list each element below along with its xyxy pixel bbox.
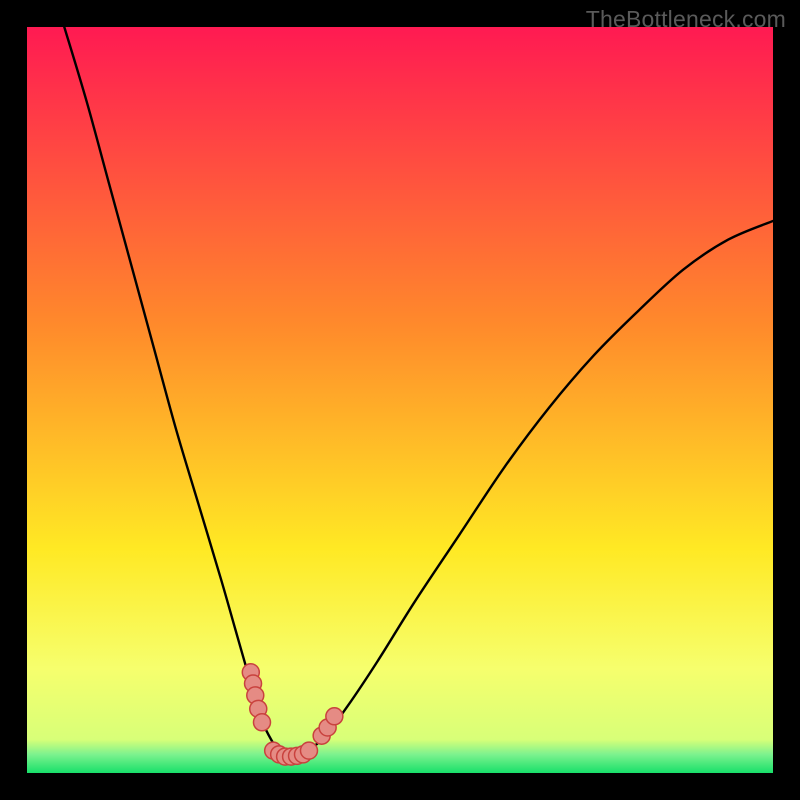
gradient-background: [27, 27, 773, 773]
chart-svg: [27, 27, 773, 773]
marker-point: [300, 742, 317, 759]
chart-frame: TheBottleneck.com: [0, 0, 800, 800]
chart-plot-area: [27, 27, 773, 773]
watermark-text: TheBottleneck.com: [586, 6, 786, 33]
marker-point: [253, 714, 270, 731]
marker-point: [326, 708, 343, 725]
